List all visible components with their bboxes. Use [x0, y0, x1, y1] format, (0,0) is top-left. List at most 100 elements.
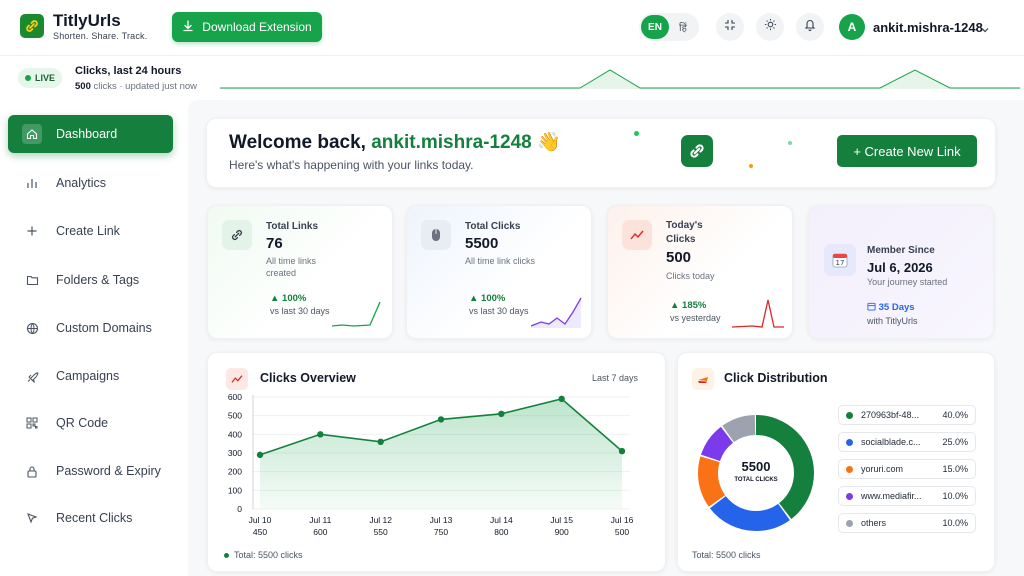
today-clicks-sparkline	[732, 299, 784, 328]
mouse-icon	[421, 220, 451, 250]
x-value-label: 750	[434, 527, 448, 537]
sidebar-item-custom-domains[interactable]: Custom Domains	[8, 309, 173, 347]
sidebar-item-password-expiry[interactable]: Password & Expiry	[8, 452, 173, 490]
x-value-label: 500	[615, 527, 629, 537]
x-tick-label: Jul 10	[249, 515, 272, 525]
sidebar-item-analytics[interactable]: Analytics	[8, 164, 173, 202]
overview-footnote: Total: 5500 clicks	[224, 550, 303, 560]
sidebar-item-folders-tags[interactable]: Folders & Tags	[8, 261, 173, 299]
legend-name: yoruri.com	[861, 464, 904, 474]
donut-center-value: 5500	[741, 459, 771, 474]
trend-icon	[226, 368, 248, 390]
stat-label: Total Links	[266, 221, 319, 232]
legend-pct: 15.0%	[942, 464, 968, 474]
legend-item[interactable]: 270963bf-48... 40.0%	[838, 405, 976, 425]
live-badge: LIVE	[18, 68, 62, 88]
download-extension-button[interactable]: Download Extension	[172, 12, 322, 42]
sidebar-item-label: Create Link	[56, 224, 120, 238]
sidebar-item-label: QR Code	[56, 416, 109, 430]
stat-change: ▲ 100%	[469, 293, 506, 304]
donut-center-label: TOTAL CLICKS	[734, 477, 778, 483]
calendar-icon: 17	[824, 244, 856, 276]
sidebar-item-dashboard[interactable]: Dashboard	[8, 115, 173, 153]
data-point	[618, 447, 626, 455]
globe-icon	[22, 318, 42, 338]
stat-vs: vs yesterday	[670, 313, 721, 323]
create-new-link-button[interactable]: + Create New Link	[837, 135, 977, 167]
collapse-icon	[724, 18, 736, 36]
decor-dot	[634, 131, 639, 136]
sidebar-item-create-link[interactable]: Create Link	[8, 212, 173, 250]
stat-card-total-clicks[interactable]: Total Clicks 5500 All time link clicks ▲…	[406, 205, 592, 339]
stat-change: ▲ 185%	[670, 300, 707, 311]
decor-dot	[749, 164, 753, 168]
brand-tagline: Shorten. Share. Track.	[53, 31, 148, 41]
legend-item[interactable]: www.mediafir... 10.0%	[838, 486, 976, 506]
live-badge-label: LIVE	[34, 73, 55, 83]
sidebar-item-label: Password & Expiry	[56, 464, 161, 478]
link-logo-icon	[681, 135, 713, 167]
live-dot-icon	[24, 75, 31, 81]
total-clicks-sparkline	[531, 297, 582, 328]
legend-dot-icon	[846, 519, 853, 527]
stat-value: 500	[666, 249, 692, 266]
top-header: TitlyUrls Shorten. Share. Track. Downloa…	[0, 0, 1024, 56]
trend-icon	[622, 220, 652, 250]
data-point	[377, 438, 384, 445]
legend-item[interactable]: socialblade.c... 25.0%	[838, 432, 976, 452]
x-tick-label: Jul 13	[430, 515, 453, 525]
stat-value: 76	[266, 235, 283, 252]
welcome-subtitle: Here's what's happening with your links …	[229, 158, 474, 172]
data-point	[317, 431, 324, 438]
legend-item[interactable]: others 10.0%	[838, 513, 976, 533]
sidebar-item-label: Analytics	[56, 176, 107, 190]
member-days-value: 35 Days	[878, 302, 915, 313]
stat-card-total-links[interactable]: Total Links 76 All time links created ▲ …	[207, 205, 393, 339]
x-tick-label: Jul 11	[309, 515, 331, 525]
x-value-label: 550	[374, 527, 388, 537]
bar-chart-icon	[22, 173, 42, 193]
data-point	[498, 410, 505, 417]
sidebar-item-campaigns[interactable]: Campaigns	[8, 357, 173, 395]
sidebar-item-recent-clicks[interactable]: Recent Clicks	[8, 499, 173, 537]
folder-icon	[22, 270, 42, 290]
legend-item[interactable]: yoruri.com 15.0%	[838, 459, 976, 479]
stat-value: Jul 6, 2026	[867, 260, 933, 275]
stat-card-today-clicks[interactable]: Today's Clicks 500 Clicks today ▲ 185% v…	[607, 205, 793, 339]
brand-logo-icon[interactable]	[20, 14, 44, 38]
brand-name[interactable]: TitlyUrls	[53, 11, 121, 31]
sidebar-item-label: Recent Clicks	[56, 511, 133, 525]
x-tick-label: Jul 15	[550, 515, 573, 525]
date-range-label[interactable]: Last 7 days	[592, 373, 638, 383]
data-point	[256, 451, 264, 459]
live-updated: clicks · updated just now	[90, 81, 197, 92]
clicks-overview-title: Clicks Overview	[260, 371, 356, 385]
clicks-overview-chart: 0 100 200 300 400 500 600 Jul 10 450 Jul 11 600 Jul…	[228, 392, 634, 537]
lang-hi-button[interactable]: हिं	[669, 15, 697, 39]
stat-vs: vs last 30 days	[270, 306, 330, 316]
data-point	[558, 395, 565, 403]
download-extension-label: Download Extension	[202, 20, 312, 34]
legend-pct: 40.0%	[942, 410, 968, 420]
welcome-username: ankit.mishra-1248	[371, 132, 532, 153]
cursor-icon	[22, 508, 42, 528]
sidebar-item-qr-code[interactable]: QR Code	[8, 404, 173, 442]
stat-change-value: 100%	[481, 293, 506, 304]
qr-icon	[22, 413, 42, 433]
clicks-overview-card: Clicks Overview Last 7 days 0 100 200 300 40…	[207, 352, 666, 572]
username-label[interactable]: ankit.mishra-1248	[873, 20, 983, 35]
stat-desc: Clicks today	[666, 271, 715, 281]
lang-en-button[interactable]: EN	[641, 15, 669, 39]
stat-vs: vs last 30 days	[469, 306, 529, 316]
decor-dot	[788, 141, 792, 145]
collapse-button[interactable]	[716, 13, 744, 41]
y-tick-label: 0	[237, 504, 242, 514]
avatar[interactable]: A	[839, 14, 865, 40]
plus-icon	[22, 221, 42, 241]
notifications-button[interactable]	[796, 13, 824, 41]
welcome-card: Welcome back, ankit.mishra-1248 👋 Here's…	[206, 118, 996, 188]
lock-icon	[22, 461, 42, 481]
chevron-down-icon[interactable]	[980, 22, 990, 40]
legend-name: www.mediafir...	[861, 491, 922, 501]
theme-toggle-button[interactable]	[756, 13, 784, 41]
